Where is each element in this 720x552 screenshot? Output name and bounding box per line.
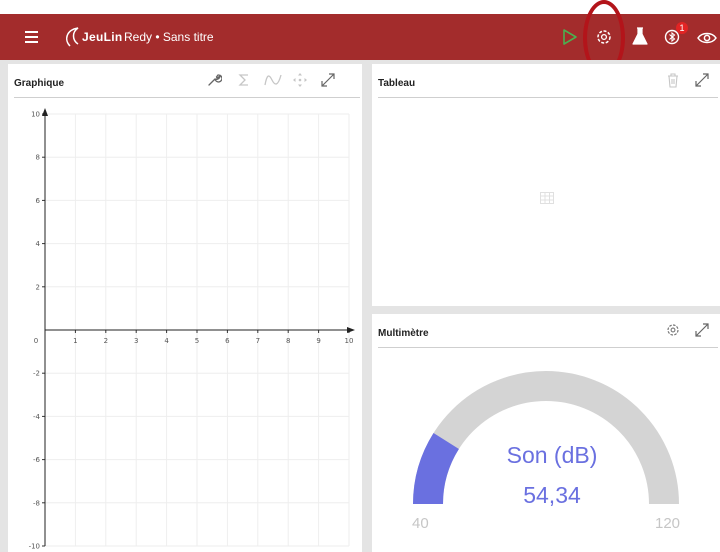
y-tick-label: 10 <box>31 111 40 119</box>
table-panel: Tableau <box>372 64 720 306</box>
graph-panel: Graphique 0 1 2 3 4 5 6 7 8 9 10 10 8 6 4 2 -2 -4 -6 -8 -10 <box>8 64 362 552</box>
x-tick-label: 4 <box>164 337 169 345</box>
notification-badge: 1 <box>676 22 688 34</box>
x-tick-label: 5 <box>195 337 199 345</box>
x-tick-label: 8 <box>286 337 290 345</box>
flask-icon[interactable] <box>632 27 648 45</box>
grid-icon <box>540 192 554 204</box>
y-tick-label: -10 <box>29 543 40 551</box>
x-axis-arrow <box>347 327 355 333</box>
eye-icon[interactable] <box>697 31 717 45</box>
menu-icon[interactable] <box>24 30 40 44</box>
graph-title: Graphique <box>14 78 65 89</box>
multimeter-panel: Multimètre Son (dB) 54,34 40 120 <box>372 314 720 552</box>
play-icon[interactable] <box>562 28 578 46</box>
y-tick-label: 6 <box>36 197 41 205</box>
table-header-divider <box>378 97 718 98</box>
y-tick-label: -8 <box>33 499 40 507</box>
y-tick-label: 2 <box>36 283 40 291</box>
move-icon[interactable] <box>292 72 308 88</box>
sigma-icon[interactable] <box>237 73 251 87</box>
gauge-value: 54,34 <box>523 482 581 508</box>
app-title: Redy • Sans titre <box>124 30 214 44</box>
graph-header-divider <box>14 97 360 98</box>
x-tick-label: 3 <box>134 337 138 345</box>
x-tick-label: 7 <box>256 337 260 345</box>
y-tick-label: 4 <box>36 240 41 248</box>
y-tick-label: -6 <box>33 456 41 464</box>
x-tick-label: 2 <box>104 337 108 345</box>
gauge-label: Son (dB) <box>506 442 598 468</box>
expand-icon[interactable] <box>694 72 710 88</box>
y-tick-label: 8 <box>36 154 40 162</box>
graph-plot[interactable]: 0 1 2 3 4 5 6 7 8 9 10 10 8 6 4 2 -2 -4 -6 -8 -10 <box>8 100 362 552</box>
x-tick-label: 10 <box>345 337 354 345</box>
gauge-max-label: 120 <box>655 515 681 532</box>
y-axis-arrow <box>42 108 48 116</box>
y-tick-label: -4 <box>33 413 41 421</box>
y-tick-label: -2 <box>33 370 40 378</box>
brand-wordmark: JeuLin <box>82 30 123 44</box>
gauge-fill <box>413 433 460 505</box>
trash-icon[interactable] <box>666 72 680 88</box>
gauge-min-label: 40 <box>412 515 429 532</box>
x-tick-label: 6 <box>225 337 230 345</box>
wrench-icon[interactable] <box>206 72 222 88</box>
expand-icon[interactable] <box>320 72 336 88</box>
x-tick-label: 9 <box>316 337 320 345</box>
curve-icon[interactable] <box>264 73 282 87</box>
table-title: Tableau <box>378 78 416 89</box>
workspace: Graphique 0 1 2 3 4 5 6 7 8 9 10 10 8 6 4 2 -2 -4 -6 -8 -10… <box>0 60 720 552</box>
x-tick-label: 1 <box>73 337 77 345</box>
x-tick-label: 0 <box>34 337 38 345</box>
